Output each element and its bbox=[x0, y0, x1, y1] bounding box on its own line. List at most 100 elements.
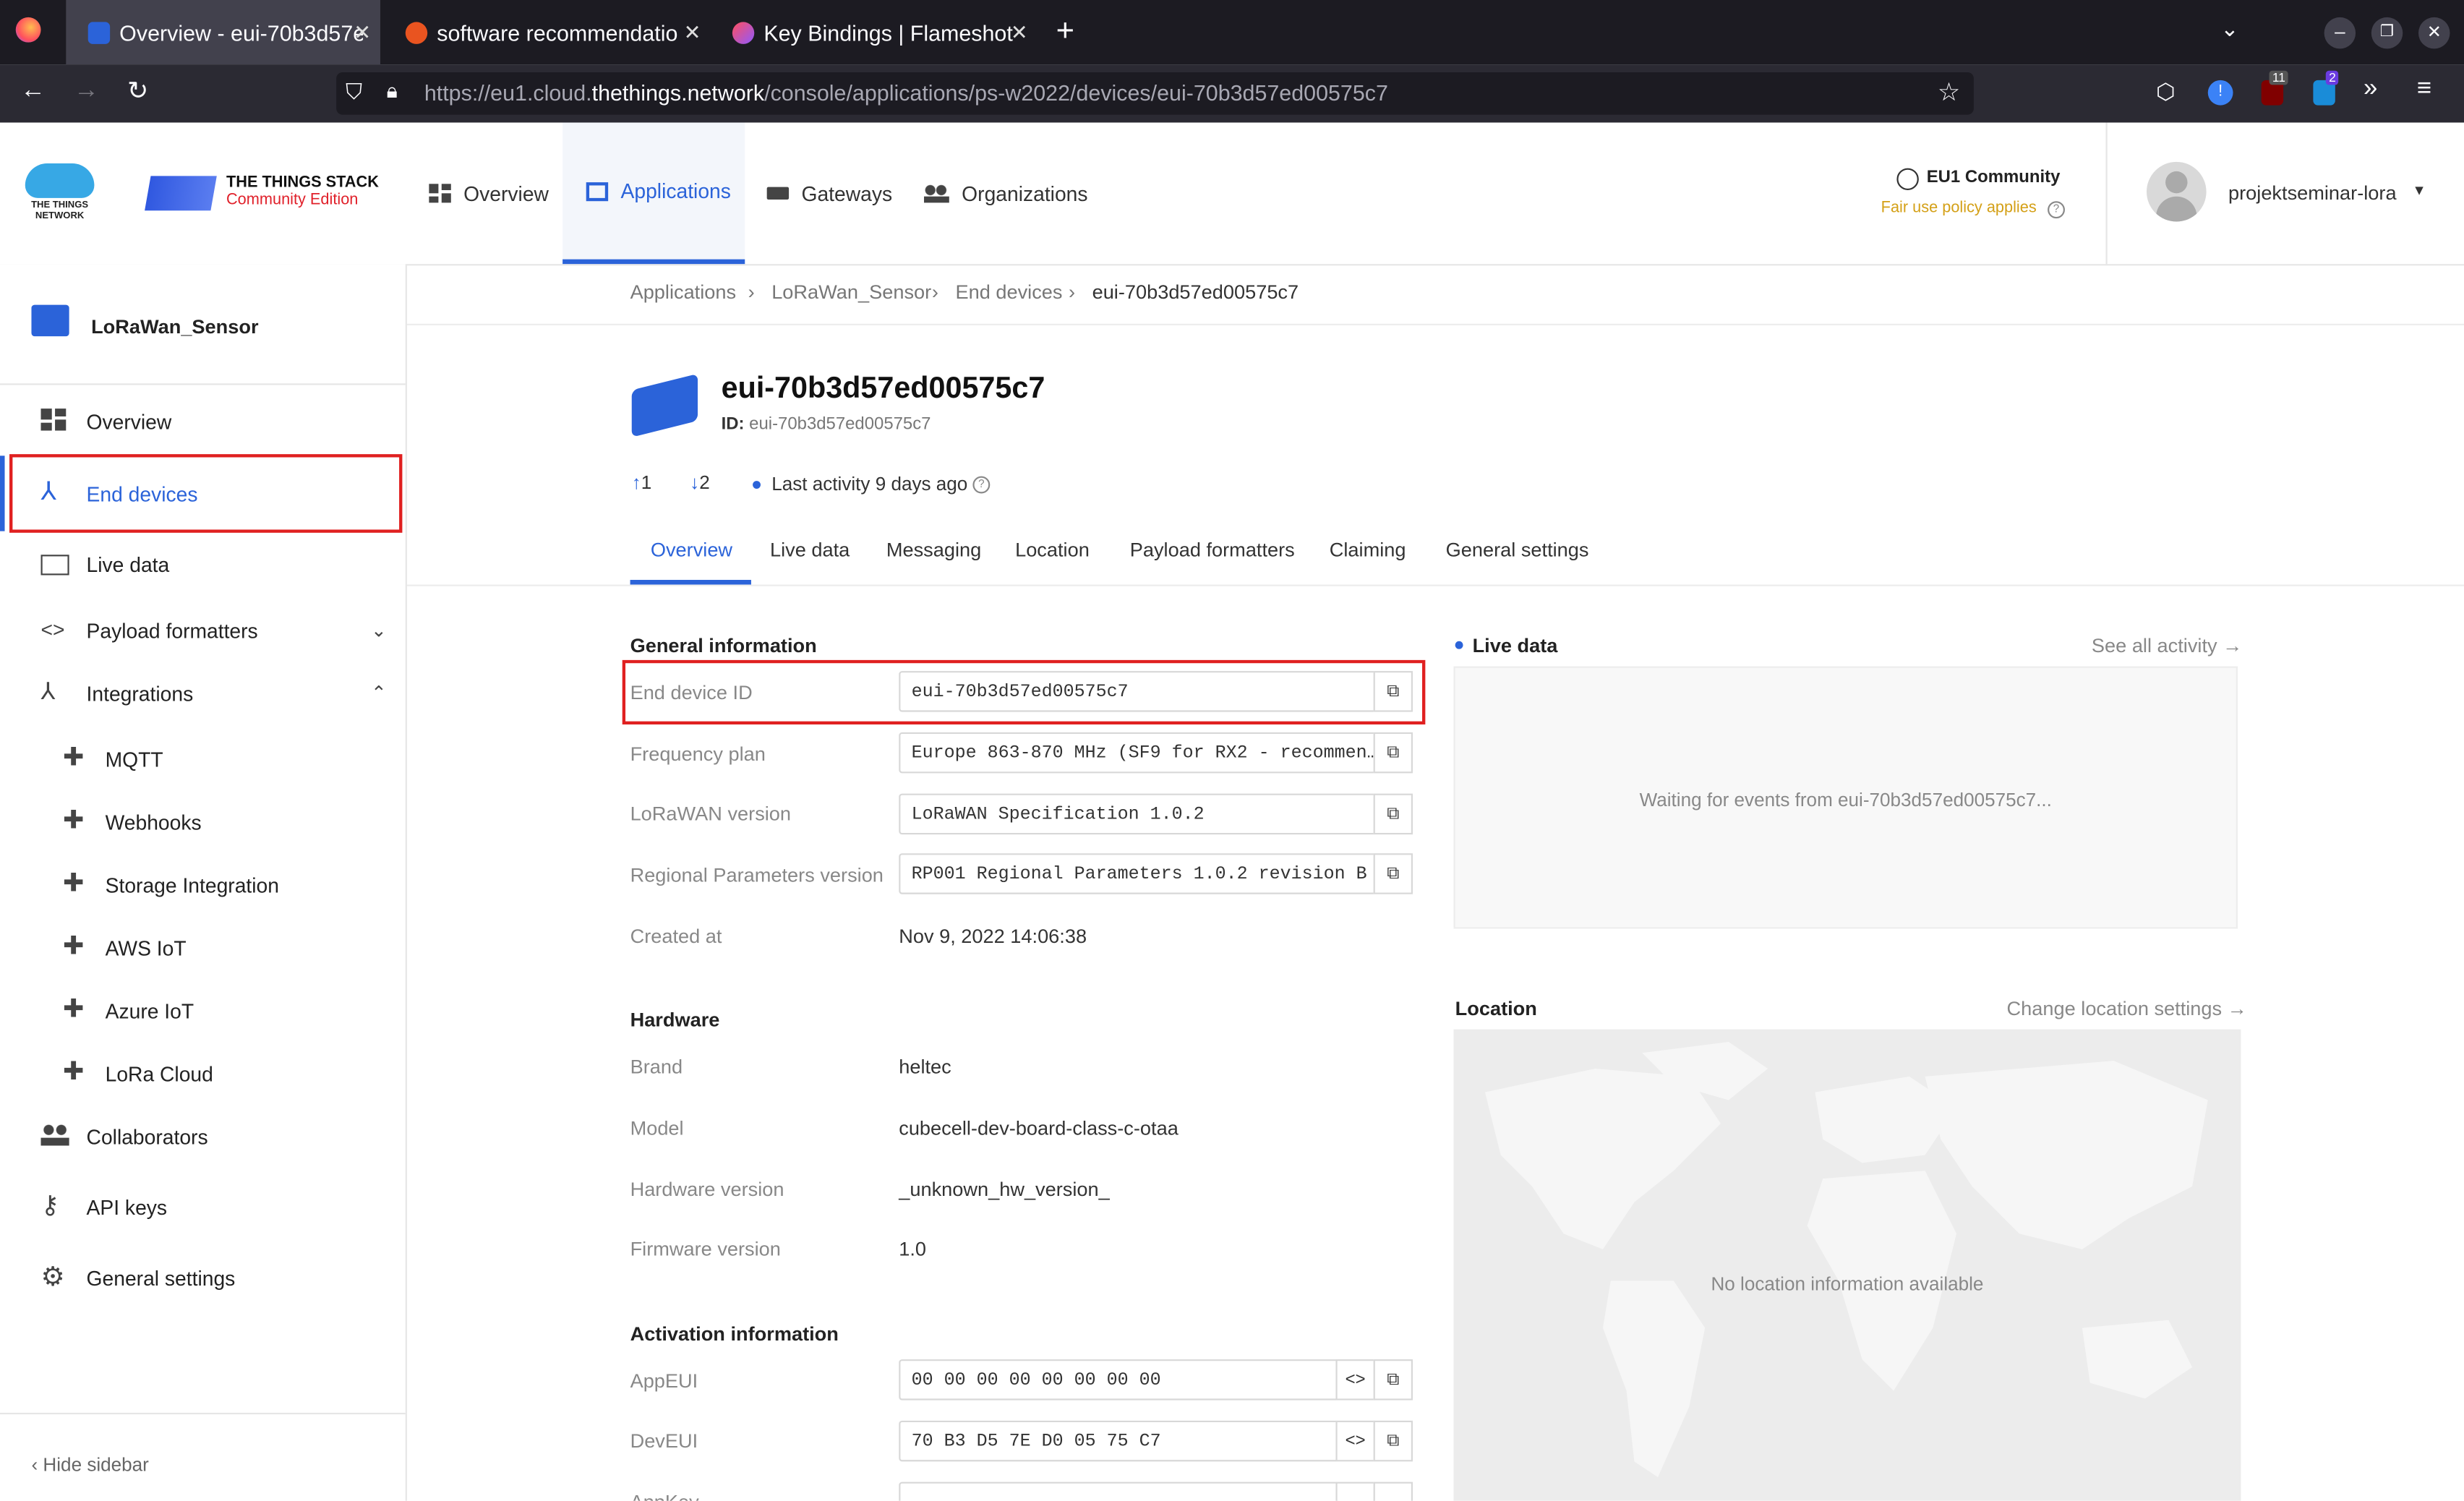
tab-payload-formatters[interactable]: Payload formatters bbox=[1130, 539, 1295, 561]
help-circle-icon[interactable]: ? bbox=[2048, 201, 2065, 219]
lorawan-version-label: LoRaWAN version bbox=[630, 803, 792, 826]
pocket-icon[interactable]: ⬡ bbox=[2156, 79, 2176, 106]
sidebar-item-collaborators[interactable]: Collaborators bbox=[0, 1105, 406, 1168]
browser-tab-software[interactable]: software recommendatio ✕ bbox=[383, 0, 710, 64]
hamburger-menu-icon[interactable]: ≡ bbox=[2417, 75, 2431, 103]
hide-sidebar-button[interactable]: ‹ Hide sidebar bbox=[31, 1453, 148, 1475]
copy-button[interactable]: ⧉ bbox=[1373, 1359, 1413, 1400]
lorawan-version-field[interactable]: LoRaWAN Specification 1.0.2 bbox=[899, 793, 1377, 835]
sidebar-item-integrations[interactable]: ⅄ Integrations ⌃ bbox=[0, 662, 406, 724]
tab-list-chevron-icon[interactable]: ⌄ bbox=[2220, 16, 2239, 43]
browser-tab-flameshot[interactable]: Key Bindings | Flameshot ✕ bbox=[710, 0, 1037, 64]
tab-overview[interactable]: Overview bbox=[651, 539, 732, 561]
breadcrumb-application[interactable]: LoRaWan_Sensor bbox=[771, 281, 931, 303]
sidebar-item-live-data[interactable]: Live data bbox=[0, 533, 406, 596]
toggle-format-button[interactable]: <> bbox=[1335, 1359, 1375, 1400]
appeui-field[interactable]: 00 00 00 00 00 00 00 00 bbox=[899, 1359, 1339, 1400]
forward-icon[interactable]: → bbox=[74, 77, 99, 106]
back-icon[interactable]: ← bbox=[20, 77, 46, 106]
tab-general-settings[interactable]: General settings bbox=[1446, 539, 1589, 561]
see-all-activity-link[interactable]: See all activity → bbox=[2092, 635, 2242, 657]
url-text[interactable]: https://eu1.cloud.thethings.network/cons… bbox=[424, 80, 1388, 106]
close-tab-icon[interactable]: ✕ bbox=[354, 20, 371, 45]
chevron-left-icon: ‹ bbox=[31, 1453, 38, 1476]
regional-params-field[interactable]: RP001 Regional Parameters 1.0.2 revision… bbox=[899, 853, 1377, 894]
nav-overview[interactable]: Overview bbox=[407, 123, 562, 265]
sidebar-item-overview[interactable]: Overview bbox=[0, 390, 406, 453]
stack-logo-icon bbox=[145, 176, 217, 211]
hide-sidebar-label: Hide sidebar bbox=[43, 1453, 149, 1476]
ttn-favicon-icon bbox=[87, 21, 111, 43]
sidebar-item-storage-integration[interactable]: ✚ Storage Integration bbox=[0, 853, 406, 916]
toggle-visibility-button[interactable] bbox=[1335, 1481, 1375, 1501]
live-data-waiting-text: Waiting for events from eui-70b3d57ed005… bbox=[1639, 789, 2052, 811]
new-tab-icon[interactable]: + bbox=[1056, 14, 1074, 51]
device-id-value: eui-70b3d57ed00575c7 bbox=[749, 414, 931, 434]
ttn-logo[interactable]: THE THINGS NETWORK bbox=[22, 157, 97, 226]
end-device-id-highlight-box bbox=[622, 659, 1426, 724]
breadcrumb-applications[interactable]: Applications bbox=[630, 281, 737, 303]
hardware-title: Hardware bbox=[630, 1009, 720, 1031]
close-window-icon[interactable]: ✕ bbox=[2418, 17, 2450, 49]
sidebar-item-aws-iot[interactable]: ✚ AWS IoT bbox=[0, 916, 406, 979]
tab-label: Key Bindings | Flameshot bbox=[763, 20, 1013, 45]
nav-organizations[interactable]: Organizations bbox=[902, 123, 1107, 265]
sidebar-item-lora-cloud[interactable]: ✚ LoRa Cloud bbox=[0, 1042, 406, 1105]
nav-applications[interactable]: Applications bbox=[562, 122, 745, 265]
tab-claiming[interactable]: Claiming bbox=[1330, 539, 1406, 561]
shield-icon[interactable]: ⛉ bbox=[346, 79, 362, 106]
overflow-chevrons-icon[interactable]: » bbox=[2364, 75, 2377, 103]
sidebar-item-label: Collaborators bbox=[86, 1124, 208, 1148]
sidebar-item-payload-formatters[interactable]: <> Payload formatters ⌄ bbox=[0, 599, 406, 662]
model-label: Model bbox=[630, 1117, 684, 1139]
restore-icon[interactable]: ❐ bbox=[2371, 17, 2403, 49]
things-stack-logo[interactable]: THE THINGS STACK Community Edition bbox=[145, 173, 399, 217]
sidebar-item-label: General settings bbox=[86, 1265, 236, 1290]
sidebar-item-mqtt[interactable]: ✚ MQTT bbox=[0, 727, 406, 790]
sidebar-divider bbox=[0, 383, 406, 385]
close-tab-icon[interactable]: ✕ bbox=[1011, 20, 1028, 45]
reload-icon[interactable]: ↻ bbox=[127, 75, 148, 106]
deveui-field[interactable]: 70 B3 D5 7E D0 05 75 C7 bbox=[899, 1420, 1339, 1462]
breadcrumb-end-devices[interactable]: End devices bbox=[955, 281, 1062, 303]
brand-value: heltec bbox=[899, 1056, 951, 1079]
user-menu[interactable]: projektseminar-lora ▼ bbox=[2147, 161, 2437, 225]
bookmark-star-icon[interactable]: ☆ bbox=[1938, 77, 1960, 108]
change-location-link[interactable]: Change location settings → bbox=[2007, 998, 2247, 1019]
close-tab-icon[interactable]: ✕ bbox=[684, 20, 701, 45]
sidebar-app-header[interactable]: LoRaWan_Sensor bbox=[0, 299, 406, 352]
sidebar-bottom-divider bbox=[0, 1412, 406, 1415]
copy-button[interactable]: ⧉ bbox=[1373, 1420, 1413, 1462]
sidebar-item-azure-iot[interactable]: ✚ Azure IoT bbox=[0, 979, 406, 1042]
tab-location[interactable]: Location bbox=[1015, 539, 1090, 561]
tab-live-data[interactable]: Live data bbox=[770, 539, 850, 561]
copy-button[interactable] bbox=[1373, 1481, 1413, 1501]
hardware-version-label: Hardware version bbox=[630, 1179, 784, 1201]
password-manager-icon[interactable]: ! bbox=[2207, 80, 2233, 106]
browser-tab-overview[interactable]: Overview - eui-70b3d57e ✕ bbox=[66, 0, 380, 65]
frequency-plan-field[interactable]: Europe 863-870 MHz (SF9 for RX2 - recomm… bbox=[899, 732, 1377, 774]
brand-label: Brand bbox=[630, 1056, 683, 1079]
fair-use-link[interactable]: Fair use policy applies bbox=[1881, 200, 2037, 217]
toggle-format-button[interactable]: <> bbox=[1335, 1420, 1375, 1462]
copy-button[interactable]: ⧉ bbox=[1373, 793, 1413, 835]
ublock-badge: 11 bbox=[2269, 70, 2289, 85]
general-info-title: General information bbox=[630, 635, 817, 657]
lock-icon[interactable]: 🔒︎ bbox=[387, 79, 398, 104]
copy-button[interactable]: ⧉ bbox=[1373, 732, 1413, 774]
tab-messaging[interactable]: Messaging bbox=[886, 539, 981, 561]
created-at-label: Created at bbox=[630, 925, 722, 948]
sidebar-item-api-keys[interactable]: ⚷ API keys bbox=[0, 1176, 406, 1239]
minimize-icon[interactable]: – bbox=[2324, 17, 2356, 49]
nav-gateways[interactable]: Gateways bbox=[745, 123, 902, 265]
appkey-field[interactable] bbox=[899, 1481, 1339, 1501]
sidebar-item-webhooks[interactable]: ✚ Webhooks bbox=[0, 790, 406, 853]
copy-button[interactable]: ⧉ bbox=[1373, 853, 1413, 894]
sidebar-item-general-settings[interactable]: ⚙ General settings bbox=[0, 1246, 406, 1309]
status-dot bbox=[753, 481, 761, 489]
model-value: cubecell-dev-board-class-c-otaa bbox=[899, 1117, 1178, 1139]
key-icon: ⚷ bbox=[40, 1192, 59, 1220]
help-circle-icon[interactable]: ? bbox=[972, 476, 991, 494]
firefox-icon[interactable] bbox=[15, 17, 41, 43]
puzzle-icon: ✚ bbox=[62, 808, 85, 835]
